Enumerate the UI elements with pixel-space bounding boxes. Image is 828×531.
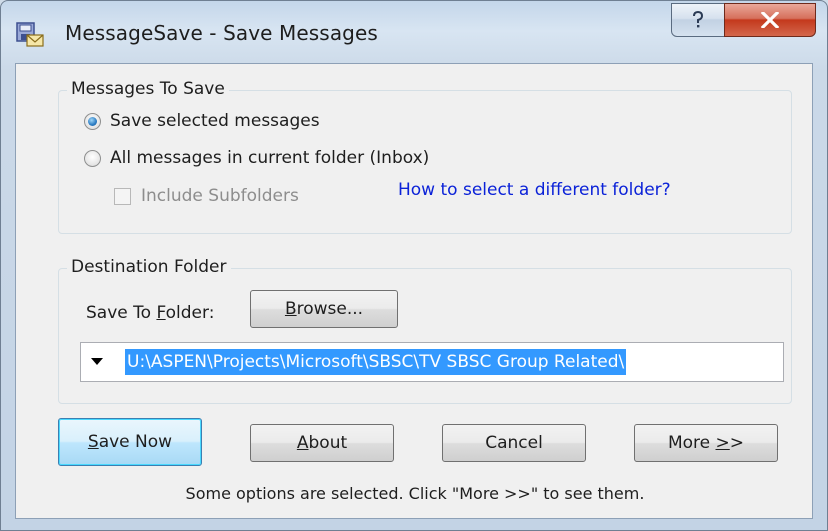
radio-all-messages-label[interactable]: All messages in current folder (Inbox) (110, 148, 429, 168)
destination-folder-group: Destination Folder (58, 257, 792, 404)
title-bar[interactable]: MessageSave - Save Messages (1, 1, 827, 63)
include-subfolders-label: Include Subfolders (141, 186, 299, 206)
about-button[interactable]: About (250, 424, 394, 462)
messages-group-label: Messages To Save (67, 79, 229, 99)
dialog-window: MessageSave - Save Messages Messages To … (0, 0, 828, 531)
help-icon (693, 11, 704, 28)
more-accel: > (715, 433, 730, 453)
window-title: MessageSave - Save Messages (65, 21, 378, 45)
browse-label: rowse... (296, 299, 364, 319)
cancel-button[interactable]: Cancel (442, 424, 586, 462)
browse-button[interactable]: Browse... (250, 290, 398, 328)
save-now-button[interactable]: Save Now (58, 418, 202, 466)
dialog-client-area: Messages To Save Save selected messages … (15, 63, 813, 519)
radio-save-selected[interactable] (84, 113, 101, 130)
radio-all-messages[interactable] (84, 150, 101, 167)
save-now-accel: S (87, 432, 99, 452)
more-label-prefix: More (667, 433, 716, 453)
save-now-label: ave Now (98, 432, 173, 452)
app-icon (16, 22, 44, 47)
status-message: Some options are selected. Click "More >… (185, 484, 645, 503)
save-to-folder-label-part: older: (165, 303, 215, 323)
more-label-suffix: > (729, 433, 745, 453)
radio-save-selected-label[interactable]: Save selected messages (110, 111, 320, 131)
destination-group-label: Destination Folder (67, 257, 231, 277)
browse-accel: B (284, 299, 297, 319)
about-accel: A (296, 433, 309, 453)
close-button[interactable] (724, 3, 816, 37)
select-folder-help-link[interactable]: How to select a different folder? (398, 180, 671, 200)
cancel-label: Cancel (485, 433, 543, 453)
destination-folder-combobox[interactable]: U:\ASPEN\Projects\Microsoft\SBSC\TV SBSC… (80, 342, 784, 382)
save-to-folder-label-part: Save To (86, 303, 157, 323)
help-button[interactable] (671, 3, 725, 37)
destination-folder-path[interactable]: U:\ASPEN\Projects\Microsoft\SBSC\TV SBSC… (125, 349, 627, 375)
include-subfolders-checkbox[interactable] (114, 188, 131, 205)
save-to-folder-label-accel: F (156, 303, 166, 323)
save-to-folder-label: Save To Folder: (86, 303, 214, 323)
about-label: bout (308, 433, 348, 453)
close-icon (761, 12, 779, 28)
more-button[interactable]: More > > (634, 424, 778, 462)
dropdown-arrow-icon[interactable] (91, 358, 103, 365)
